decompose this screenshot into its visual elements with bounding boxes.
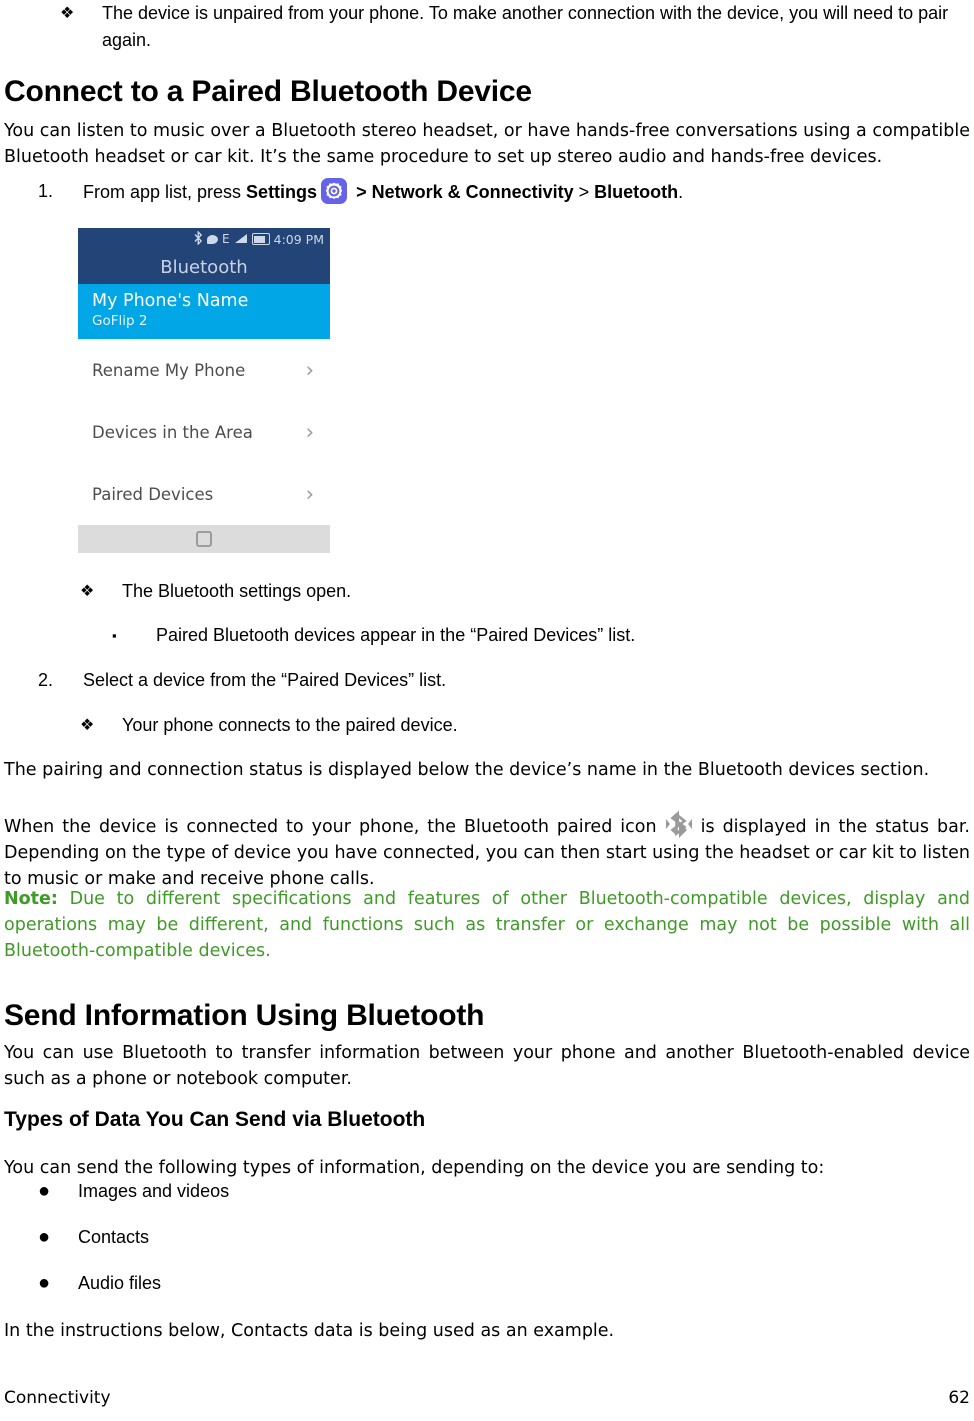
subheading-types-of-data: Types of Data You Can Send via Bluetooth [4, 1108, 426, 1131]
phone-row-devices-label: Devices in the Area [92, 422, 253, 442]
phone-status-time: 4:09 PM [273, 231, 324, 247]
bullet-settings-open: ❖ The Bluetooth settings open. [80, 578, 940, 605]
step-1-sep-2: > [573, 182, 595, 202]
phone-my-phone-name-title: My Phone's Name [92, 291, 249, 311]
phone-row-paired-label: Paired Devices [92, 484, 214, 504]
bullet-phone-connects: ❖ Your phone connects to the paired devi… [80, 712, 940, 739]
list-item-contacts-label: Contacts [78, 1227, 150, 1247]
step-1-bluetooth-label: Bluetooth [594, 182, 679, 202]
phone-nav-bar [78, 525, 330, 553]
heading-send-information: Send Information Using Bluetooth [4, 999, 485, 1032]
diamond-bullet-icon: ❖ [60, 5, 75, 22]
footer-page-number: 62 [948, 1388, 970, 1408]
phone-row-rename-label: Rename My Phone [92, 360, 246, 380]
phone-row-my-phone-name[interactable]: My Phone's Name GoFlip 2 [78, 284, 330, 339]
note-label: Note: [4, 889, 58, 909]
paragraph-connect-intro: You can listen to music over a Bluetooth… [4, 121, 970, 167]
bluetooth-paired-icon [662, 808, 696, 840]
dot-bullet-icon: ● [38, 1272, 51, 1294]
step-1-network-label: Network & Connectivity [371, 182, 574, 202]
step-1-text: From app list, press Settings > Network … [83, 178, 958, 206]
signal-bars-icon [234, 232, 248, 247]
square-bullet-icon: ▪ [112, 628, 117, 643]
list-item-images-label: Images and videos [78, 1181, 230, 1201]
bluetooth-icon [194, 229, 203, 248]
chevron-right-icon: › [305, 481, 314, 506]
chevron-right-icon: › [305, 357, 314, 382]
step-1-prefix: From app list, press [83, 182, 247, 202]
phone-title-bar: Bluetooth [78, 250, 330, 284]
note-text: Due to different specifications and feat… [4, 889, 970, 961]
paragraph-when-connected: When the device is connected to your pho… [4, 808, 970, 892]
phone-my-phone-name-subtitle: GoFlip 2 [92, 313, 148, 329]
note-paragraph: Note: Due to different specifications an… [4, 886, 970, 964]
paragraph-closing-instructions: In the instructions below, Contacts data… [4, 1321, 615, 1341]
step-2-number: 2. [38, 670, 54, 690]
step-2-row: 2. Select a device from the “Paired Devi… [38, 667, 938, 694]
list-item-contacts: ● Contacts [38, 1224, 938, 1251]
step-1-row: 1. From app list, press Settings > Netwo… [38, 178, 958, 206]
phone-screenshot-bluetooth-settings: E 4:09 PM Bluetooth My Phone's Name GoFl… [78, 228, 330, 553]
chevron-right-icon: › [305, 419, 314, 444]
home-button-icon[interactable] [196, 531, 212, 547]
battery-icon [251, 233, 270, 245]
phone-status-bar: E 4:09 PM [78, 228, 330, 250]
heading-connect-paired-device: Connect to a Paired Bluetooth Device [4, 75, 532, 108]
footer-section-label: Connectivity [4, 1388, 111, 1408]
list-item-audio-files: ● Audio files [38, 1270, 938, 1297]
dot-bullet-icon: ● [38, 1226, 51, 1248]
phone-row-rename-my-phone[interactable]: Rename My Phone › [78, 339, 330, 401]
step-1-period: . [678, 182, 684, 202]
step-1-settings-label: Settings [246, 182, 318, 202]
step-2-text: Select a device from the “Paired Devices… [83, 670, 447, 690]
step-1-number: 1. [38, 181, 54, 201]
diamond-bullet-icon: ❖ [80, 717, 95, 734]
list-item-audio-label: Audio files [78, 1273, 162, 1293]
paragraph-send-intro: You can use Bluetooth to transfer inform… [4, 1043, 970, 1089]
bullet-paired-appear-text: Paired Bluetooth devices appear in the “… [156, 625, 636, 645]
message-bubble-icon [207, 234, 219, 244]
settings-gear-icon [321, 178, 348, 204]
diamond-bullet-icon: ❖ [80, 583, 95, 600]
network-type-label: E [222, 232, 230, 246]
bullet-phone-connects-text: Your phone connects to the paired device… [122, 715, 458, 735]
intro-bullet-text: The device is unpaired from your phone. … [102, 3, 949, 50]
bullet-paired-devices-appear: ▪ Paired Bluetooth devices appear in the… [112, 622, 932, 649]
manual-page: ❖ The device is unpaired from your phone… [0, 0, 974, 1421]
phone-row-devices-in-the-area[interactable]: Devices in the Area › [78, 401, 330, 463]
list-item-images-and-videos: ● Images and videos [38, 1178, 938, 1205]
phone-row-paired-devices[interactable]: Paired Devices › [78, 463, 330, 525]
intro-bullet-item: ❖ The device is unpaired from your phone… [60, 0, 960, 54]
bullet-settings-open-text: The Bluetooth settings open. [122, 581, 352, 601]
when-connected-part1: When the device is connected to your pho… [4, 817, 657, 837]
page-footer: Connectivity 62 [4, 1388, 970, 1408]
paragraph-pairing-status: The pairing and connection status is dis… [4, 760, 930, 780]
dot-bullet-icon: ● [38, 1180, 51, 1202]
step-1-sep-1: > [351, 182, 372, 202]
